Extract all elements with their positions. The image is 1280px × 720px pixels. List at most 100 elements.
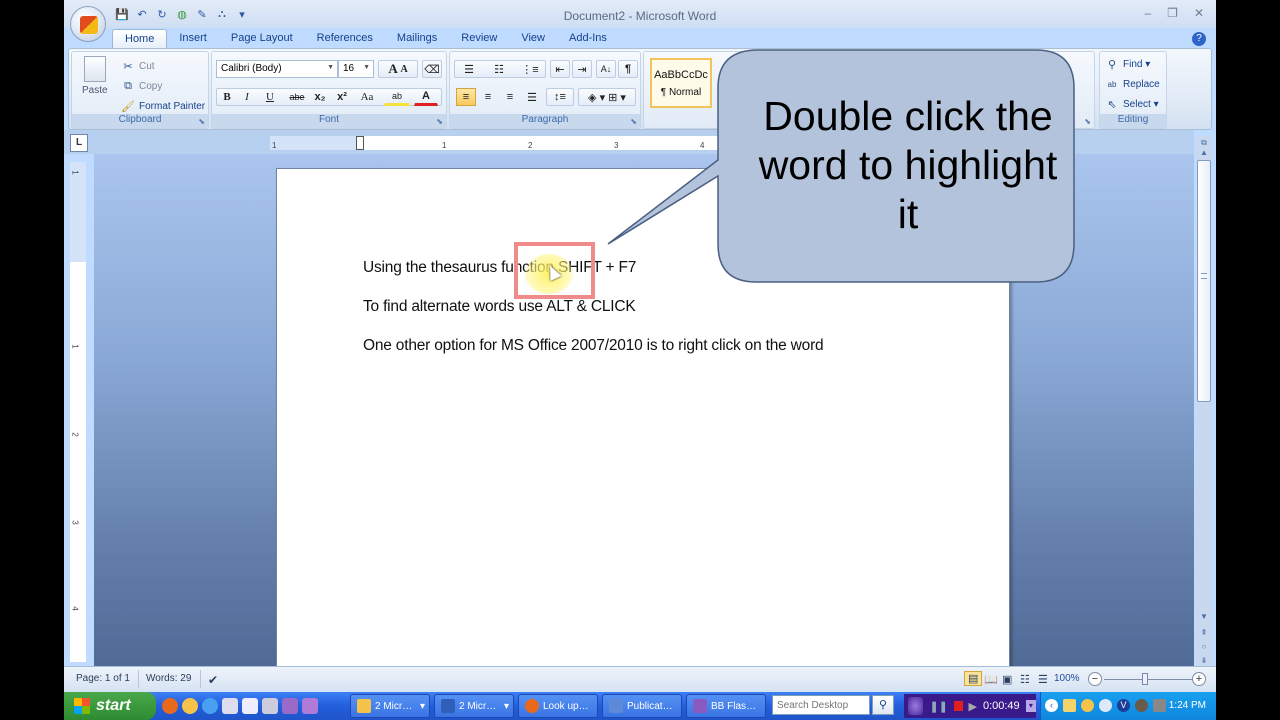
document-line-3[interactable]: One other option for MS Office 2007/2010… — [363, 337, 824, 355]
scroll-up-icon[interactable]: ▲ — [1197, 146, 1211, 160]
web-layout-icon[interactable]: ▣ — [1002, 673, 1012, 686]
recorder-menu-icon[interactable]: ▾ — [1025, 700, 1036, 712]
recorder-app-icon[interactable] — [282, 698, 298, 714]
taskbar-button[interactable]: 2 Micr… ▾ — [434, 694, 514, 718]
full-screen-reading-icon[interactable]: 📖 — [984, 673, 998, 686]
copy-button[interactable]: ⧉ Copy — [120, 78, 162, 94]
tab-add-ins[interactable]: Add-Ins — [557, 29, 619, 49]
change-case-button[interactable]: Aa — [354, 88, 380, 106]
tab-mailings[interactable]: Mailings — [385, 29, 449, 49]
stop-icon[interactable] — [953, 701, 963, 711]
replace-button[interactable]: ab Replace — [1104, 76, 1160, 92]
line-spacing-button[interactable]: ↕≡ — [546, 88, 574, 106]
zoom-slider-thumb[interactable] — [1142, 673, 1148, 685]
search-desktop-input[interactable] — [772, 695, 870, 715]
subscript-button[interactable]: x₂ — [310, 88, 330, 106]
document-line-1[interactable]: Using the thesaurus function SHIFT + F7 — [363, 259, 636, 277]
justify-button[interactable]: ☰ — [522, 88, 542, 106]
indent-marker[interactable] — [356, 136, 364, 150]
internet-explorer-icon[interactable] — [202, 698, 218, 714]
taskbar-button[interactable]: Look up… — [518, 694, 598, 718]
font-name-combo[interactable]: Calibri (Body) ▼ — [216, 60, 338, 78]
format-painter-button[interactable]: 🖌 Format Painter — [120, 98, 205, 114]
search-icon[interactable]: ⚲ — [872, 695, 894, 715]
outline-view-icon[interactable]: ☷ — [1020, 673, 1030, 686]
tab-review[interactable]: Review — [449, 29, 509, 49]
tab-home[interactable]: Home — [112, 29, 168, 49]
bullets-button[interactable]: ☰ — [456, 60, 482, 78]
dialog-launcher-icon[interactable]: ⬊ — [436, 117, 443, 126]
antivirus-icon[interactable]: V — [1117, 699, 1130, 712]
taskbar-button[interactable]: BB Flas… — [686, 694, 766, 718]
search-tray-icon[interactable] — [1099, 699, 1112, 712]
zoom-in-button[interactable]: + — [1192, 672, 1206, 686]
align-center-button[interactable]: ≡ — [478, 88, 498, 106]
play-icon[interactable]: ▶ — [969, 700, 977, 713]
font-size-combo[interactable]: 16 ▼ — [338, 60, 374, 78]
numbering-button[interactable]: ☷ — [486, 60, 512, 78]
strikethrough-button[interactable]: abe — [286, 88, 308, 106]
taskbar-button[interactable]: 2 Micr… ▾ — [350, 694, 430, 718]
pause-icon[interactable]: ❚❚ — [929, 700, 947, 713]
zoom-level[interactable]: 100% — [1054, 673, 1080, 684]
align-left-button[interactable]: ≡ — [456, 88, 476, 106]
save-icon[interactable]: 💾 — [114, 6, 130, 22]
editor-icon[interactable] — [222, 698, 238, 714]
restore-button[interactable]: ❐ — [1167, 6, 1178, 20]
page-count[interactable]: Page: 1 of 1 — [76, 673, 130, 684]
paste-button[interactable]: Paste — [82, 56, 108, 96]
office-button[interactable] — [70, 6, 106, 42]
draft-view-icon[interactable]: ☰ — [1038, 673, 1048, 686]
firefox-icon[interactable] — [162, 698, 178, 714]
superscript-button[interactable]: x² — [332, 88, 352, 106]
messenger-tray-icon[interactable] — [1081, 699, 1094, 712]
increase-indent-button[interactable]: ⇥ — [572, 60, 592, 78]
dialog-launcher-icon[interactable]: ⬊ — [1084, 117, 1091, 126]
clear-formatting-button[interactable]: ⌫ — [422, 60, 442, 78]
messenger-icon[interactable] — [182, 698, 198, 714]
decrease-indent-button[interactable]: ⇤ — [550, 60, 570, 78]
multilevel-list-button[interactable]: ⋮≡ — [516, 60, 544, 78]
customize-qat-icon[interactable]: ▾ — [234, 6, 250, 22]
help-icon[interactable]: ? — [1192, 32, 1206, 46]
tab-selector[interactable]: L — [70, 134, 88, 152]
web-icon[interactable]: ◍ — [174, 6, 190, 22]
scroll-thumb[interactable] — [1197, 160, 1211, 402]
vertical-scrollbar[interactable]: ⧉ ▲ ▼ ⇞ ○ ⇟ — [1196, 136, 1212, 666]
cut-button[interactable]: ✂ Cut — [120, 58, 154, 74]
italic-button[interactable]: I — [238, 88, 256, 106]
align-right-button[interactable]: ≡ — [500, 88, 520, 106]
tab-view[interactable]: View — [509, 29, 557, 49]
media-app-icon[interactable] — [302, 698, 318, 714]
zoom-slider[interactable] — [1104, 679, 1192, 680]
mail-icon[interactable] — [1063, 699, 1076, 712]
window-icon[interactable] — [242, 698, 258, 714]
app-tray-icon[interactable] — [1153, 699, 1166, 712]
highlight-color-button[interactable]: ab — [384, 88, 410, 106]
tab-page-layout[interactable]: Page Layout — [219, 29, 305, 49]
previous-page-icon[interactable]: ⇞ — [1197, 626, 1211, 640]
scroll-down-icon[interactable]: ▼ — [1197, 610, 1211, 624]
select-button[interactable]: ⇖ Select ▾ — [1104, 96, 1158, 112]
find-button[interactable]: ⚲ Find ▾ — [1104, 56, 1150, 72]
font-color-button[interactable]: A — [414, 88, 438, 106]
start-button[interactable]: start — [64, 692, 156, 720]
undo-icon[interactable]: ↶ — [134, 6, 150, 22]
minimize-button[interactable]: – — [1144, 6, 1151, 20]
word-count[interactable]: Words: 29 — [146, 673, 191, 684]
org-chart-icon[interactable]: ⛬ — [214, 6, 230, 22]
print-layout-view-icon[interactable]: ▤ — [964, 671, 983, 686]
document-line-2[interactable]: To find alternate words use ALT & CLICK — [363, 298, 636, 316]
close-button[interactable]: ✕ — [1194, 6, 1204, 20]
bold-button[interactable]: B — [218, 88, 236, 106]
taskbar-button[interactable]: Publicat… — [602, 694, 682, 718]
network-icon[interactable] — [1135, 699, 1148, 712]
zoom-out-button[interactable]: − — [1088, 672, 1102, 686]
tab-insert[interactable]: Insert — [167, 29, 219, 49]
dialog-launcher-icon[interactable]: ⬊ — [198, 117, 205, 126]
vertical-ruler[interactable]: 1 1 2 3 4 — [70, 162, 86, 662]
spelling-icon[interactable]: ✎ — [194, 6, 210, 22]
redo-icon[interactable]: ↻ — [154, 6, 170, 22]
grow-shrink-font-buttons[interactable]: A A — [378, 60, 418, 78]
select-browse-object-icon[interactable]: ○ — [1197, 640, 1211, 654]
